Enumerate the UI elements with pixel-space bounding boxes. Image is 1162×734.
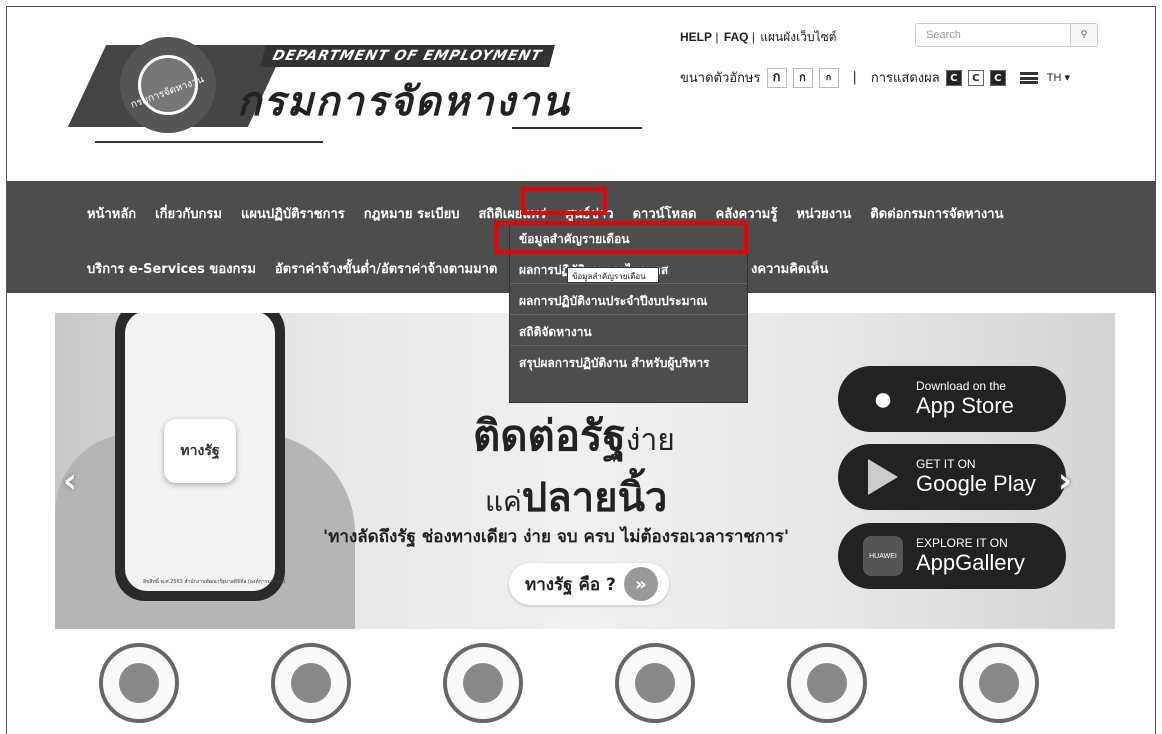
banner-headline-1: ติดต่อรัฐง่าย bbox=[473, 411, 675, 460]
huawei-icon: HUAWEI bbox=[860, 533, 906, 579]
dropdown-item-executive-summary[interactable]: สรุปผลการปฏิบัติงาน สำหรับผู้บริหาร bbox=[510, 346, 747, 377]
phone-image: ทางรัฐ bbox=[115, 313, 285, 601]
highlight-box-nav bbox=[521, 187, 607, 215]
banner-caption: ลิขสิทธิ์ พ.ศ.2563 สำนักงานพัฒนารัฐบาลดิ… bbox=[143, 579, 286, 585]
play-icon bbox=[860, 454, 906, 500]
double-chevron-right-icon: » bbox=[623, 567, 658, 601]
faq-link[interactable]: FAQ bbox=[724, 30, 749, 44]
font-size-small-button[interactable]: ก bbox=[818, 67, 839, 88]
banner-headline-2: แค่ปลายนิ้ว bbox=[485, 475, 668, 521]
display-label: การแสดงผล bbox=[870, 71, 940, 86]
chevron-left-icon[interactable]: ‹ bbox=[63, 461, 77, 501]
app-store-button[interactable]: ● Download on the App Store bbox=[838, 366, 1066, 432]
banner-quote: 'ทางลัดถึงรัฐ ช่องทางเดียว ง่าย จบ ครบ ไ… bbox=[323, 527, 790, 547]
search-icon[interactable]: ⚲ bbox=[1070, 23, 1098, 47]
logo-underline bbox=[95, 141, 323, 143]
appgallery-button[interactable]: HUAWEI EXPLORE IT ON AppGallery bbox=[838, 523, 1066, 589]
department-name-en: DEPARTMENT OF EMPLOYMENT bbox=[260, 45, 555, 67]
accessibility-controls: ขนาดตัวอักษร ก ก ก | การแสดงผล C C C TH … bbox=[680, 67, 1070, 88]
highlight-box-dropdown bbox=[494, 221, 748, 254]
nav-item-about[interactable]: เกี่ยวกับกรม bbox=[155, 203, 222, 224]
what-is-tangrat-button[interactable]: ทางรัฐ คือ ?» bbox=[509, 563, 669, 605]
menu-icon[interactable] bbox=[1019, 71, 1038, 84]
dropdown-item-annual-results[interactable]: ผลการปฏิบัติงานประจำปีงบประมาณ bbox=[510, 284, 747, 315]
help-link[interactable]: HELP bbox=[680, 30, 712, 44]
contrast-light-button[interactable]: C bbox=[967, 69, 984, 86]
nav-item-feedback[interactable]: งความคิดเห็น bbox=[751, 258, 828, 279]
font-size-medium-button[interactable]: ก bbox=[792, 67, 813, 88]
search-input[interactable]: Search bbox=[915, 23, 1071, 47]
nav-item-law[interactable]: กฎหมาย ระเบียบ bbox=[364, 203, 460, 224]
nav-item-agencies[interactable]: หน่วยงาน bbox=[796, 203, 851, 224]
nav-item-home[interactable]: หน้าหลัก bbox=[87, 203, 136, 224]
chevron-right-icon[interactable]: › bbox=[1058, 461, 1072, 501]
page-frame: กรมการจัดหางาน DEPARTMENT OF EMPLOYMENT … bbox=[6, 6, 1156, 734]
contrast-yellow-button[interactable]: C bbox=[989, 69, 1006, 86]
tangrat-app-icon: ทางรัฐ bbox=[164, 419, 236, 483]
sitemap-link[interactable]: แผนผังเว็บไซต์ bbox=[760, 30, 836, 44]
jobs-icon[interactable] bbox=[959, 643, 1039, 723]
google-play-button[interactable]: GET IT ON Google Play bbox=[838, 444, 1066, 510]
online-service-icon[interactable] bbox=[787, 643, 867, 723]
nav-item-contact[interactable]: ติดต่อกรมการจัดหางาน bbox=[870, 203, 1003, 224]
megaphone-icon[interactable] bbox=[271, 643, 351, 723]
map-person-icon[interactable] bbox=[99, 643, 179, 723]
department-name-th[interactable]: กรมการจัดหางาน bbox=[237, 69, 571, 133]
nav-item-wage[interactable]: อัตราค่าจ้างขั้นต่ำ/อัตราค่าจ้างตามมาต bbox=[275, 258, 497, 279]
contrast-dark-button[interactable]: C bbox=[945, 69, 962, 86]
language-selector[interactable]: TH ▾ bbox=[1047, 71, 1070, 84]
globe-people-icon[interactable] bbox=[443, 643, 523, 723]
font-size-large-button[interactable]: ก bbox=[766, 67, 787, 88]
dropdown-item-employment-stats[interactable]: สถิติจัดหางาน bbox=[510, 315, 747, 346]
top-links: HELP | FAQ | แผนผังเว็บไซต์ bbox=[680, 30, 837, 44]
nav-row-2: บริการ e-Services ของกรม อัตราค่าจ้างขั้… bbox=[87, 258, 828, 279]
logo-underline-right bbox=[512, 127, 642, 129]
apple-icon: ● bbox=[872, 379, 894, 418]
site-header: กรมการจัดหางาน DEPARTMENT OF EMPLOYMENT … bbox=[7, 7, 1155, 181]
nav-item-plan[interactable]: แผนปฏิบัติราชการ bbox=[241, 203, 345, 224]
font-size-label: ขนาดตัวอักษร bbox=[680, 71, 761, 86]
nav-item-eservices[interactable]: บริการ e-Services ของกรม bbox=[87, 258, 256, 279]
tooltip: ข้อมูลสำคัญรายเดือน bbox=[567, 267, 659, 283]
workers-icon[interactable] bbox=[615, 643, 695, 723]
quick-links bbox=[7, 643, 1155, 734]
